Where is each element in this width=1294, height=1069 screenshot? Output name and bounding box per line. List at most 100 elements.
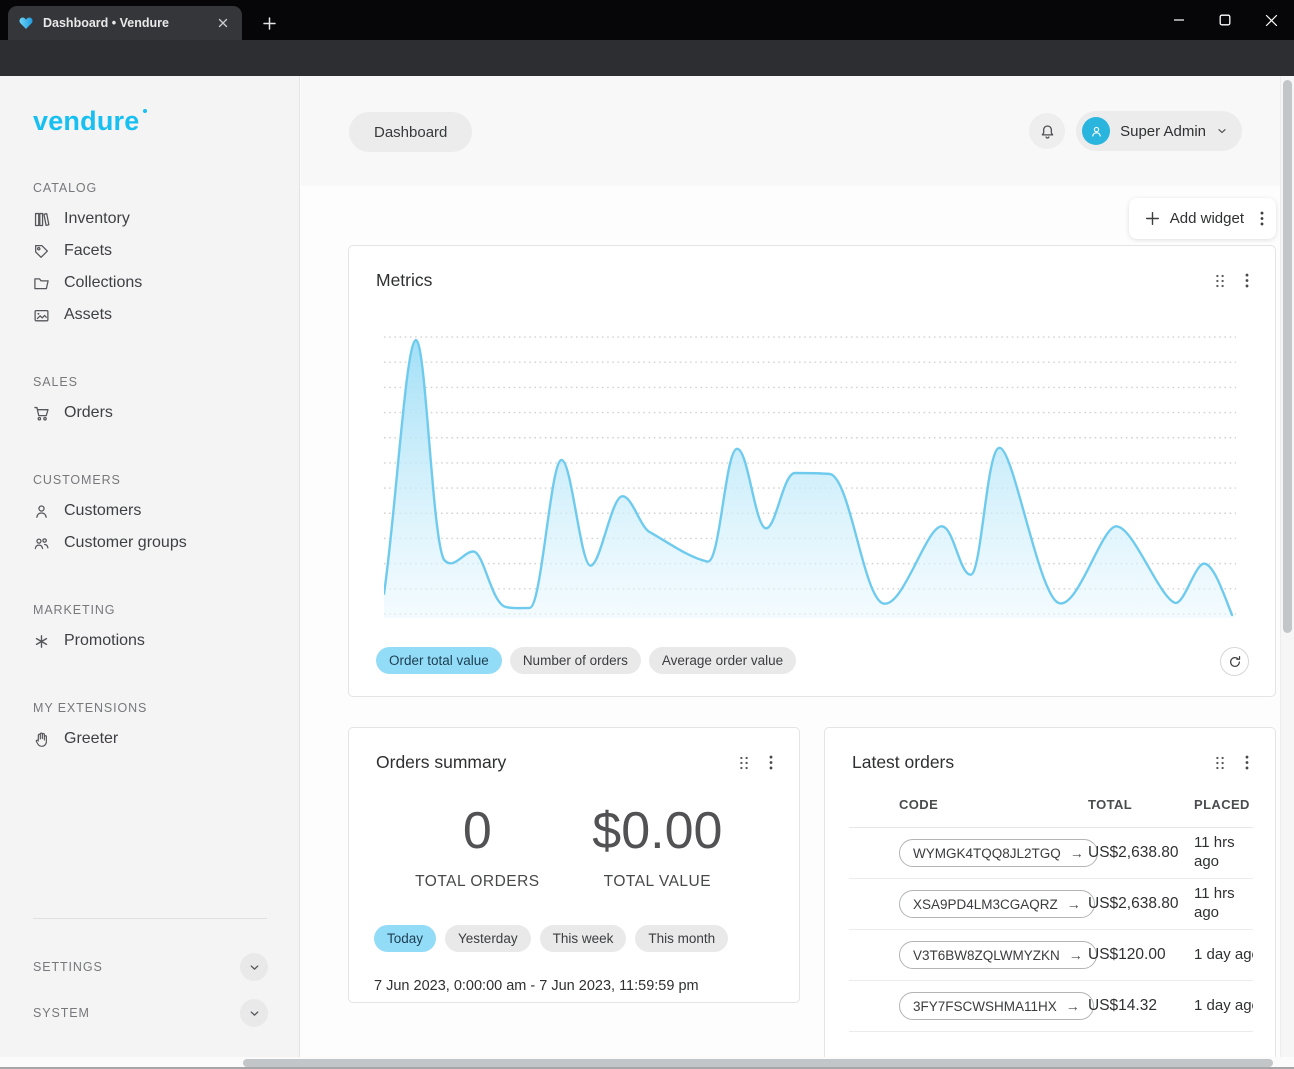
kebab-menu-icon[interactable] xyxy=(1245,273,1249,288)
sidebar-item-label: Greeter xyxy=(64,730,118,748)
browser-tabstrip: Dashboard • Vendure xyxy=(0,0,1294,40)
window-minimize-icon[interactable] xyxy=(1156,0,1202,40)
assets-icon xyxy=(33,307,50,324)
orders-icon xyxy=(33,405,50,422)
order-code: V3T6BW8ZQLWMYZKN xyxy=(913,948,1060,963)
drag-handle-icon[interactable] xyxy=(1215,274,1225,288)
window-maximize-icon[interactable] xyxy=(1202,0,1248,40)
new-tab-icon[interactable] xyxy=(256,10,282,36)
browser-tab[interactable]: Dashboard • Vendure xyxy=(8,6,242,40)
total-orders-value: 0 xyxy=(389,801,566,861)
horizontal-scrollbar-thumb[interactable] xyxy=(243,1059,1273,1067)
table-row: 3FY7FSCWSHMA11HX→ US$14.32 1 day ago xyxy=(849,981,1253,1032)
metrics-widget: Metrics xyxy=(348,245,1276,697)
table-header-row: CODE TOTAL PLACED AT xyxy=(849,797,1253,828)
kebab-menu-icon[interactable] xyxy=(1245,755,1249,770)
sidebar-item-orders[interactable]: Orders xyxy=(33,397,299,429)
arrow-right-icon: → xyxy=(1070,845,1084,861)
add-widget-label: Add widget xyxy=(1170,210,1244,227)
metrics-area-chart xyxy=(384,330,1236,620)
total-value-value: $0.00 xyxy=(556,801,759,861)
sidebar-item-label: Facets xyxy=(64,242,112,260)
sidebar-item-customers[interactable]: Customers xyxy=(33,495,299,527)
column-placed-at: PLACED AT xyxy=(1194,797,1253,812)
table-row: V3T6BW8ZQLWMYZKN→ US$120.00 1 day ago xyxy=(849,930,1253,981)
metrics-title: Metrics xyxy=(376,270,1215,291)
order-placed-at: 1 day ago xyxy=(1194,997,1253,1016)
greeter-hand-icon xyxy=(33,731,50,748)
orders-summary-title: Orders summary xyxy=(376,752,739,773)
plus-icon xyxy=(1145,211,1160,226)
facets-icon xyxy=(33,243,50,260)
sidebar-item-inventory[interactable]: Inventory xyxy=(33,203,299,235)
user-menu[interactable]: Super Admin xyxy=(1076,111,1242,151)
range-chip-yesterday[interactable]: Yesterday xyxy=(445,925,531,952)
sidebar-section-settings[interactable]: SETTINGS xyxy=(33,951,268,983)
window-close-icon[interactable] xyxy=(1248,0,1294,40)
tab-close-icon[interactable] xyxy=(214,14,232,32)
breadcrumb[interactable]: Dashboard xyxy=(349,112,472,152)
order-total: US$2,638.80 xyxy=(1088,895,1194,913)
inventory-icon xyxy=(33,211,50,228)
order-code-link[interactable]: XSA9PD4LM3CGAQRZ→ xyxy=(899,890,1095,918)
section-label-settings: SETTINGS xyxy=(33,960,103,974)
collections-icon xyxy=(33,275,50,292)
sidebar-item-label: Orders xyxy=(64,404,113,422)
sidebar-item-label: Customer groups xyxy=(64,534,187,552)
section-label-my-extensions: MY EXTENSIONS xyxy=(33,701,299,715)
system-expand-button[interactable] xyxy=(240,999,268,1027)
table-row: WYMGK4TQQ8JL2TGQ→ US$2,638.80 11 hrs ago xyxy=(849,828,1253,879)
add-widget-button[interactable]: Add widget xyxy=(1129,198,1276,239)
kebab-menu-icon[interactable] xyxy=(769,755,773,770)
column-total: TOTAL xyxy=(1088,797,1194,812)
order-code-link[interactable]: WYMGK4TQQ8JL2TGQ→ xyxy=(899,839,1098,867)
filter-chip-number-of-orders[interactable]: Number of orders xyxy=(510,647,641,674)
order-code-link[interactable]: 3FY7FSCWSHMA11HX→ xyxy=(899,992,1094,1020)
sidebar-item-label: Customers xyxy=(64,502,141,520)
add-widget-menu-icon[interactable] xyxy=(1260,211,1264,226)
sidebar-section-system[interactable]: SYSTEM xyxy=(33,997,268,1029)
sidebar-item-label: Promotions xyxy=(64,632,145,650)
bell-icon xyxy=(1039,123,1056,140)
column-code: CODE xyxy=(899,797,1088,812)
order-placed-at: 11 hrs ago xyxy=(1194,885,1253,923)
notifications-button[interactable] xyxy=(1029,113,1065,149)
total-orders-label: TOTAL ORDERS xyxy=(389,873,566,891)
section-label-marketing: MARKETING xyxy=(33,603,299,617)
filter-chip-average-order-value[interactable]: Average order value xyxy=(649,647,796,674)
order-total: US$14.32 xyxy=(1088,997,1194,1015)
vertical-scrollbar[interactable] xyxy=(1280,76,1294,1057)
order-code-link[interactable]: V3T6BW8ZQLWMYZKN→ xyxy=(899,941,1097,969)
range-chip-today[interactable]: Today xyxy=(374,925,436,952)
order-code: 3FY7FSCWSHMA11HX xyxy=(913,999,1057,1014)
sidebar-divider xyxy=(33,918,267,919)
dashboard-content: Add widget Metrics xyxy=(301,186,1280,1057)
vendure-logo[interactable]: vendure xyxy=(33,106,139,137)
range-chip-this-month[interactable]: This month xyxy=(635,925,728,952)
range-chip-this-week[interactable]: This week xyxy=(540,925,627,952)
refresh-button[interactable] xyxy=(1220,647,1249,676)
latest-orders-table: CODE TOTAL PLACED AT WYMGK4TQQ8JL2TGQ→ U… xyxy=(849,797,1253,1032)
vertical-scrollbar-thumb[interactable] xyxy=(1283,80,1292,633)
sidebar: vendure CATALOG Inventory Facets Collect… xyxy=(0,76,300,1057)
orders-summary-widget: Orders summary 0 TOTAL ORDERS xyxy=(348,727,800,1003)
settings-expand-button[interactable] xyxy=(240,953,268,981)
filter-chip-order-total-value[interactable]: Order total value xyxy=(376,647,502,674)
drag-handle-icon[interactable] xyxy=(739,756,749,770)
drag-handle-icon[interactable] xyxy=(1215,756,1225,770)
sidebar-item-label: Assets xyxy=(64,306,112,324)
chevron-down-icon xyxy=(1216,125,1228,137)
user-avatar xyxy=(1082,117,1110,145)
total-value-label: TOTAL VALUE xyxy=(556,873,759,891)
section-label-system: SYSTEM xyxy=(33,1006,90,1020)
order-total: US$120.00 xyxy=(1088,946,1194,964)
sidebar-item-customer-groups[interactable]: Customer groups xyxy=(33,527,299,559)
promotions-icon xyxy=(33,633,50,650)
sidebar-item-greeter[interactable]: Greeter xyxy=(33,723,299,755)
table-row: XSA9PD4LM3CGAQRZ→ US$2,638.80 11 hrs ago xyxy=(849,879,1253,930)
sidebar-item-promotions[interactable]: Promotions xyxy=(33,625,299,657)
sidebar-item-facets[interactable]: Facets xyxy=(33,235,299,267)
arrow-right-icon: → xyxy=(1067,896,1081,912)
sidebar-item-assets[interactable]: Assets xyxy=(33,299,299,331)
sidebar-item-collections[interactable]: Collections xyxy=(33,267,299,299)
